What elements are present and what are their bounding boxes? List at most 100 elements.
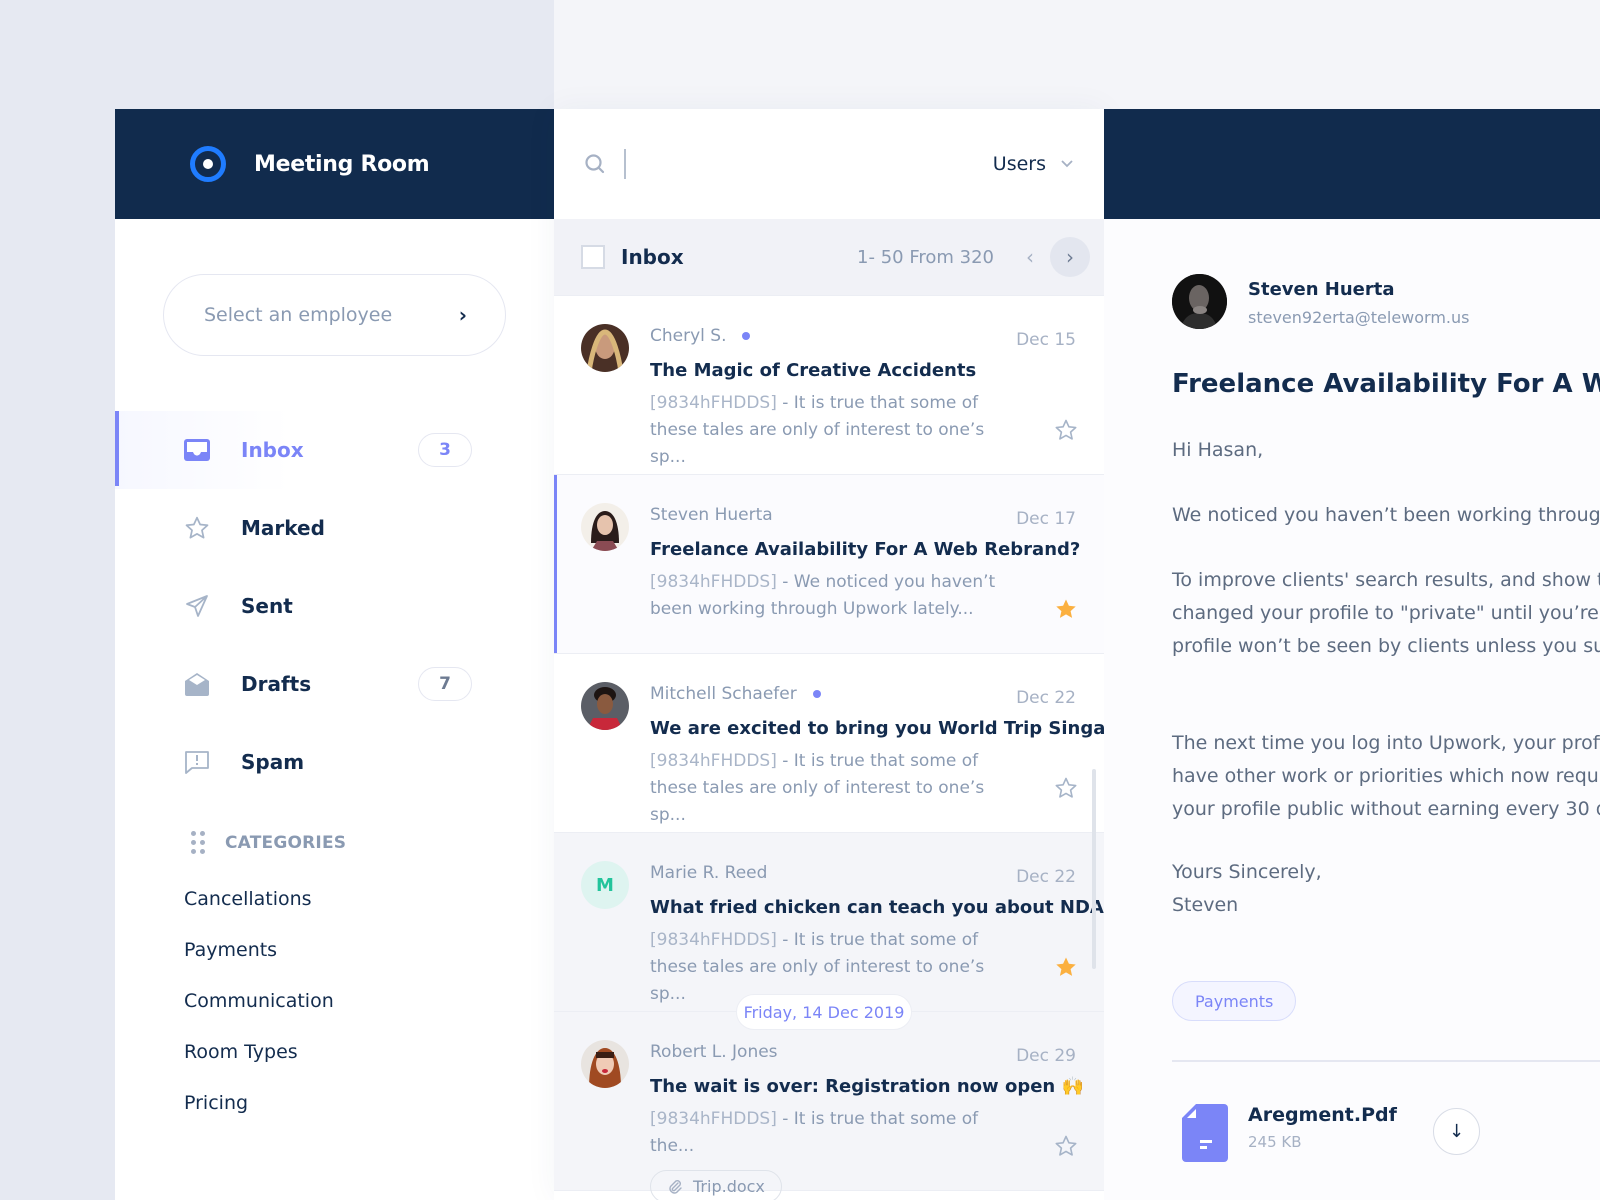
star-outline-icon[interactable] xyxy=(1054,418,1078,442)
mail-list-item[interactable]: Cheryl S. Dec 15 The Magic of Creative A… xyxy=(554,296,1104,475)
text-line: your profile public without earning ever… xyxy=(1172,798,1600,820)
mail-date: Dec 15 xyxy=(1016,330,1076,350)
mail-subject: The wait is over: Registration now open … xyxy=(650,1076,1084,1097)
category-item-payments[interactable]: Payments xyxy=(184,925,334,976)
inbox-count-badge: 3 xyxy=(418,433,472,467)
employee-select-placeholder: Select an employee xyxy=(204,304,393,326)
avatar xyxy=(581,503,629,551)
text-line: have other work or priorities which now … xyxy=(1172,765,1600,787)
star-outline-icon[interactable] xyxy=(1054,776,1078,800)
download-button[interactable]: ↓ xyxy=(1433,1108,1480,1155)
next-page-button[interactable]: › xyxy=(1050,237,1090,277)
file-icon xyxy=(1182,1104,1228,1162)
sender-email[interactable]: steven92erta@teleworm.us xyxy=(1248,308,1470,327)
mail-preview: [9834hFHDDS] - It is true that some of t… xyxy=(650,748,1015,829)
attachment-size: 245 KB xyxy=(1248,1133,1302,1151)
mail-list-item[interactable]: Mitchell Schaefer Dec 22 We are excited … xyxy=(554,654,1104,833)
page-background-top xyxy=(554,0,1600,109)
mail-sender: Steven Huerta xyxy=(650,505,773,525)
star-filled-icon[interactable] xyxy=(1054,597,1078,621)
category-item-pricing[interactable]: Pricing xyxy=(184,1078,334,1129)
sidebar-item-spam[interactable]: Spam xyxy=(115,723,554,801)
mail-list-item-selected[interactable]: Steven Huerta Dec 17 Freelance Availabil… xyxy=(554,475,1104,654)
mail-sender: Mitchell Schaefer xyxy=(650,684,797,704)
previous-page-button[interactable]: ‹ xyxy=(1018,245,1042,269)
category-tag[interactable]: Payments xyxy=(1172,981,1297,1021)
mail-subject: Freelance Availability For A Web Rebrand… xyxy=(650,539,1081,560)
mail-subject: We are excited to bring you World Trip S… xyxy=(650,718,1104,739)
category-item-communication[interactable]: Communication xyxy=(184,976,334,1027)
mail-subject: What fried chicken can teach you about N… xyxy=(650,897,1104,918)
send-icon xyxy=(183,592,211,620)
chevron-down-icon xyxy=(1061,160,1073,168)
signature: Steven xyxy=(1172,894,1239,916)
star-outline-icon[interactable] xyxy=(1054,1134,1078,1158)
sidebar-item-label: Marked xyxy=(241,516,325,540)
inbox-icon xyxy=(183,436,211,464)
text-line: profile won’t be seen by clients unless … xyxy=(1172,635,1600,657)
star-filled-icon[interactable] xyxy=(1054,955,1078,979)
divider xyxy=(1172,1060,1600,1062)
mail-code: [9834hFHDDS] xyxy=(650,393,777,413)
mail-preview: [9834hFHDDS] - It is true that some of t… xyxy=(650,1106,1015,1160)
sender-avatar xyxy=(1172,274,1227,329)
attachment-chip[interactable]: Trip.docx xyxy=(650,1170,782,1200)
category-item-cancellations[interactable]: Cancellations xyxy=(184,874,334,925)
mail-sender: Marie R. Reed xyxy=(650,863,768,883)
mail-subject: The Magic of Creative Accidents xyxy=(650,360,977,381)
mail-paragraph: The next time you log into Upwork, your … xyxy=(1172,727,1600,826)
mail-code: [9834hFHDDS] xyxy=(650,930,777,950)
mail-preview: [9834hFHDDS] - It is true that some of t… xyxy=(650,390,1015,471)
sidebar-item-marked[interactable]: Marked xyxy=(115,489,554,567)
mail-subject-heading: Freelance Availability For A Web Rebrand… xyxy=(1172,369,1600,399)
sidebar-item-label: Spam xyxy=(241,750,305,774)
mail-sender: Cheryl S. xyxy=(650,326,727,346)
sidebar-item-inbox[interactable]: Inbox 3 xyxy=(115,411,554,489)
list-title: Inbox xyxy=(621,245,684,269)
mail-date: Dec 22 xyxy=(1016,688,1076,708)
date-separator: Friday, 14 Dec 2019 xyxy=(736,994,912,1030)
app-logo-icon xyxy=(190,146,226,182)
category-item-room-types[interactable]: Room Types xyxy=(184,1027,334,1078)
paperclip-icon xyxy=(669,1179,682,1194)
chevron-right-icon: › xyxy=(458,303,467,327)
categories-header: CATEGORIES xyxy=(191,831,346,854)
mail-paragraph: We noticed you haven’t been working thro… xyxy=(1172,504,1600,526)
category-list: Cancellations Payments Communication Roo… xyxy=(184,874,334,1129)
star-icon xyxy=(183,514,211,542)
brand-header: Meeting Room xyxy=(115,109,554,219)
mail-signoff: Yours Sincerely, Steven xyxy=(1172,856,1600,922)
mail-list-item[interactable]: Robert L. Jones Dec 29 The wait is over:… xyxy=(554,1012,1104,1200)
sidebar-item-label: Inbox xyxy=(241,438,304,462)
mail-code: [9834hFHDDS] xyxy=(650,1109,777,1129)
sidebar-item-label: Sent xyxy=(241,594,293,618)
mail-paragraph: To improve clients' search results, and … xyxy=(1172,564,1600,663)
mail-reader: Steven Huerta steven92erta@teleworm.us F… xyxy=(1104,219,1600,1200)
search-icon xyxy=(584,153,606,175)
signoff: Yours Sincerely, xyxy=(1172,861,1322,883)
arrow-down-icon: ↓ xyxy=(1448,1121,1465,1142)
select-all-checkbox[interactable] xyxy=(581,245,605,269)
alert-message-icon xyxy=(183,748,211,776)
users-filter-dropdown[interactable]: Users xyxy=(993,153,1074,175)
list-scrollbar[interactable] xyxy=(1092,769,1096,969)
envelope-open-icon xyxy=(183,670,211,698)
mail-greeting: Hi Hasan, xyxy=(1172,439,1264,461)
unread-indicator xyxy=(812,690,821,698)
mail-date: Dec 22 xyxy=(1016,867,1076,887)
drag-handle-icon xyxy=(191,831,205,854)
search-input[interactable] xyxy=(632,153,993,175)
sidebar-item-label: Drafts xyxy=(241,672,312,696)
mail-list-item[interactable]: M Marie R. Reed Dec 22 What fried chicke… xyxy=(554,833,1104,1012)
avatar-initial: M xyxy=(581,861,629,909)
list-toolbar: Inbox 1- 50 From 320 ‹ › xyxy=(554,219,1104,296)
sidebar-item-sent[interactable]: Sent xyxy=(115,567,554,645)
sidebar-item-drafts[interactable]: Drafts 7 xyxy=(115,645,554,723)
mail-date: Dec 17 xyxy=(1016,509,1076,529)
attachment-name: Aregment.Pdf xyxy=(1248,1104,1397,1126)
pagination-range: 1- 50 From 320 xyxy=(857,246,994,268)
avatar xyxy=(581,682,629,730)
employee-select[interactable]: Select an employee › xyxy=(163,274,506,356)
sidebar: Meeting Room Select an employee › Inbox … xyxy=(115,109,554,1200)
attachment-name: Trip.docx xyxy=(693,1177,765,1196)
